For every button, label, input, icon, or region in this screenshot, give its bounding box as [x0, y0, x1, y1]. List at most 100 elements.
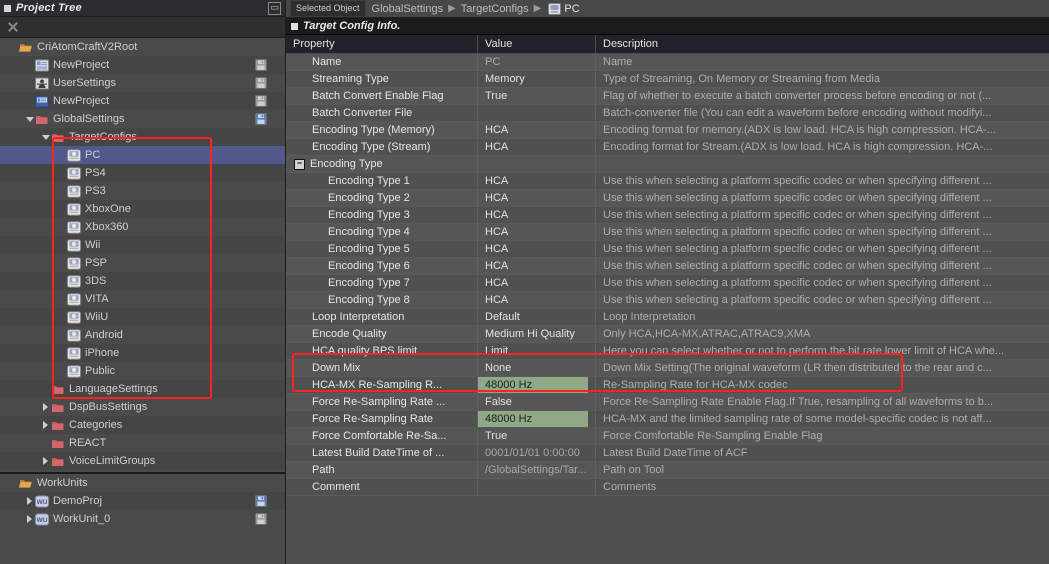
property-row[interactable]: Encoding Type 7 HCA Use this when selectin… — [286, 275, 1049, 292]
property-value-cell[interactable]: 48000 Hz — [478, 411, 596, 427]
property-value-cell[interactable]: PC — [478, 54, 596, 70]
breadcrumb-item-targetconfigs[interactable]: TargetConfigs — [461, 3, 529, 15]
tree-item-criatomcraftv2root[interactable]: CriAtomCraftV2Root — [0, 38, 285, 56]
tree-item-vita[interactable]: VITA — [0, 290, 285, 308]
property-value-cell[interactable] — [478, 479, 596, 495]
property-value-cell[interactable]: Default — [478, 309, 596, 325]
chevron-right-icon[interactable] — [24, 510, 35, 528]
save-state-icon[interactable] — [255, 95, 267, 107]
property-row[interactable]: Encoding Type (Memory) HCA Encoding format… — [286, 122, 1049, 139]
property-value-cell[interactable]: HCA — [478, 241, 596, 257]
property-row[interactable]: Loop Interpretation Default Loop Interpret… — [286, 309, 1049, 326]
property-value-cell[interactable]: HCA — [478, 292, 596, 308]
tree-item-react[interactable]: REACT — [0, 434, 285, 452]
property-row[interactable]: Force Comfortable Re-Sa... True Force Comf… — [286, 428, 1049, 445]
property-row[interactable]: HCA quality BPS limit Limit Here you can s… — [286, 343, 1049, 360]
chevron-right-icon[interactable] — [40, 398, 51, 416]
tree-item-android[interactable]: Android — [0, 326, 285, 344]
property-row[interactable]: Encoding Type 5 HCA Use this when selectin… — [286, 241, 1049, 258]
property-value-cell[interactable]: None — [478, 360, 596, 376]
property-value-cell[interactable]: Medium Hi Quality — [478, 326, 596, 342]
tree-item-wii[interactable]: Wii — [0, 236, 285, 254]
property-row[interactable]: Encoding Type 4 HCA Use this when selectin… — [286, 224, 1049, 241]
workunits-section[interactable]: WorkUnits WU DemoProj WU WorkUnit_0 — [0, 472, 285, 564]
property-value-cell[interactable]: 0001/01/01 0:00:00 — [478, 445, 596, 461]
property-row[interactable]: Encode Quality Medium Hi Quality Only HCA,… — [286, 326, 1049, 343]
property-row[interactable]: Encoding Type 2 HCA Use this when selectin… — [286, 190, 1049, 207]
collapse-toggle-icon[interactable]: − — [294, 158, 305, 170]
property-value-cell[interactable]: True — [478, 88, 596, 104]
tree-item-newproject[interactable]: NewProject — [0, 92, 285, 110]
save-state-icon[interactable] — [255, 495, 267, 507]
property-row[interactable]: Path/GlobalSettings/Tar... Path on Tool — [286, 462, 1049, 479]
tree-item-workunit-0[interactable]: WU WorkUnit_0 — [0, 510, 285, 528]
property-row[interactable]: Force Re-Sampling Rate 48000 Hz HCA-MX and… — [286, 411, 1049, 428]
column-header-description[interactable]: Description — [596, 35, 1049, 53]
property-value-cell[interactable] — [478, 105, 596, 121]
chevron-right-icon[interactable] — [40, 452, 51, 470]
tree-item-usersettings[interactable]: UserSettings — [0, 74, 285, 92]
tree-item-xbox360[interactable]: Xbox360 — [0, 218, 285, 236]
tree-item-public[interactable]: Public — [0, 362, 285, 380]
project-tree-scroll-area[interactable]: CriAtomCraftV2Root NewProject UserSettings… — [0, 38, 285, 472]
property-value-highlighted[interactable]: 48000 Hz — [478, 411, 588, 427]
chevron-right-icon[interactable] — [24, 492, 35, 510]
property-value-cell[interactable]: HCA — [478, 207, 596, 223]
property-value-cell[interactable]: HCA — [478, 275, 596, 291]
tree-item-voicelimitgroups[interactable]: VoiceLimitGroups — [0, 452, 285, 470]
tree-item-pc[interactable]: PC — [0, 146, 285, 164]
property-grid[interactable]: Name PC Name Streaming Type Memory Type of St… — [286, 54, 1049, 564]
property-row[interactable]: Down Mix None Down Mix Setting(The origina… — [286, 360, 1049, 377]
chevron-down-icon[interactable] — [40, 128, 51, 146]
property-value-cell[interactable]: True — [478, 428, 596, 444]
save-state-icon[interactable] — [255, 513, 267, 525]
chevron-right-icon[interactable] — [40, 416, 51, 434]
save-state-icon[interactable] — [255, 59, 267, 71]
property-value-cell[interactable]: HCA — [478, 173, 596, 189]
property-row[interactable]: Force Re-Sampling Rate ... False Force Re-… — [286, 394, 1049, 411]
tree-item-demoproj[interactable]: WU DemoProj — [0, 492, 285, 510]
property-row[interactable]: Encoding Type 3 HCA Use this when selectin… — [286, 207, 1049, 224]
close-x-icon[interactable] — [6, 20, 20, 34]
property-value-cell[interactable]: HCA — [478, 224, 596, 240]
property-row[interactable]: Encoding Type (Stream) HCA Encoding format… — [286, 139, 1049, 156]
property-row[interactable]: Comment Comments — [286, 479, 1049, 496]
property-value-cell[interactable]: Memory — [478, 71, 596, 87]
tree-item-globalsettings[interactable]: GlobalSettings — [0, 110, 285, 128]
tree-item-dspbussettings[interactable]: DspBusSettings — [0, 398, 285, 416]
property-row[interactable]: Batch Convert Enable Flag True Flag of whe… — [286, 88, 1049, 105]
property-value-cell[interactable]: HCA — [478, 190, 596, 206]
tree-item-languagesettings[interactable]: LanguageSettings — [0, 380, 285, 398]
property-value-cell[interactable]: HCA — [478, 139, 596, 155]
property-value-cell[interactable]: HCA — [478, 258, 596, 274]
tree-item-ps4[interactable]: PS4 — [0, 164, 285, 182]
save-state-icon[interactable] — [255, 113, 267, 125]
property-value-cell[interactable]: 48000 Hz — [478, 377, 596, 393]
tree-item-xboxone[interactable]: XboxOne — [0, 200, 285, 218]
property-value-cell[interactable]: False — [478, 394, 596, 410]
tree-item-categories[interactable]: Categories — [0, 416, 285, 434]
tree-item-wiiu[interactable]: WiiU — [0, 308, 285, 326]
property-row[interactable]: Batch Converter File Batch-converter file… — [286, 105, 1049, 122]
property-row[interactable]: − Encoding Type — [286, 156, 1049, 173]
property-row[interactable]: Streaming Type Memory Type of Streaming, O… — [286, 71, 1049, 88]
column-header-property[interactable]: Property — [286, 35, 478, 53]
tree-item-targetconfigs[interactable]: TargetConfigs — [0, 128, 285, 146]
property-value-cell[interactable] — [478, 156, 596, 172]
column-header-value[interactable]: Value — [478, 35, 596, 53]
property-row[interactable]: HCA-MX Re-Sampling R... 48000 Hz Re-Sampli… — [286, 377, 1049, 394]
breadcrumb-item-globalsettings[interactable]: GlobalSettings — [372, 3, 444, 15]
property-row[interactable]: Encoding Type 6 HCA Use this when selectin… — [286, 258, 1049, 275]
property-value-cell[interactable]: /GlobalSettings/Tar... — [478, 462, 596, 478]
minimize-icon[interactable]: ▭ — [268, 1, 281, 15]
property-value-cell[interactable]: HCA — [478, 122, 596, 138]
save-state-icon[interactable] — [255, 77, 267, 89]
property-value-highlighted[interactable]: 48000 Hz — [478, 377, 588, 393]
tree-item-iphone[interactable]: iPhone — [0, 344, 285, 362]
tree-item-psp[interactable]: PSP — [0, 254, 285, 272]
property-row[interactable]: Latest Build DateTime of ... 0001/01/01 0… — [286, 445, 1049, 462]
tree-item-ps3[interactable]: PS3 — [0, 182, 285, 200]
tree-item-newproject[interactable]: NewProject — [0, 56, 285, 74]
chevron-down-icon[interactable] — [24, 110, 35, 128]
tree-item-3ds[interactable]: 3DS — [0, 272, 285, 290]
